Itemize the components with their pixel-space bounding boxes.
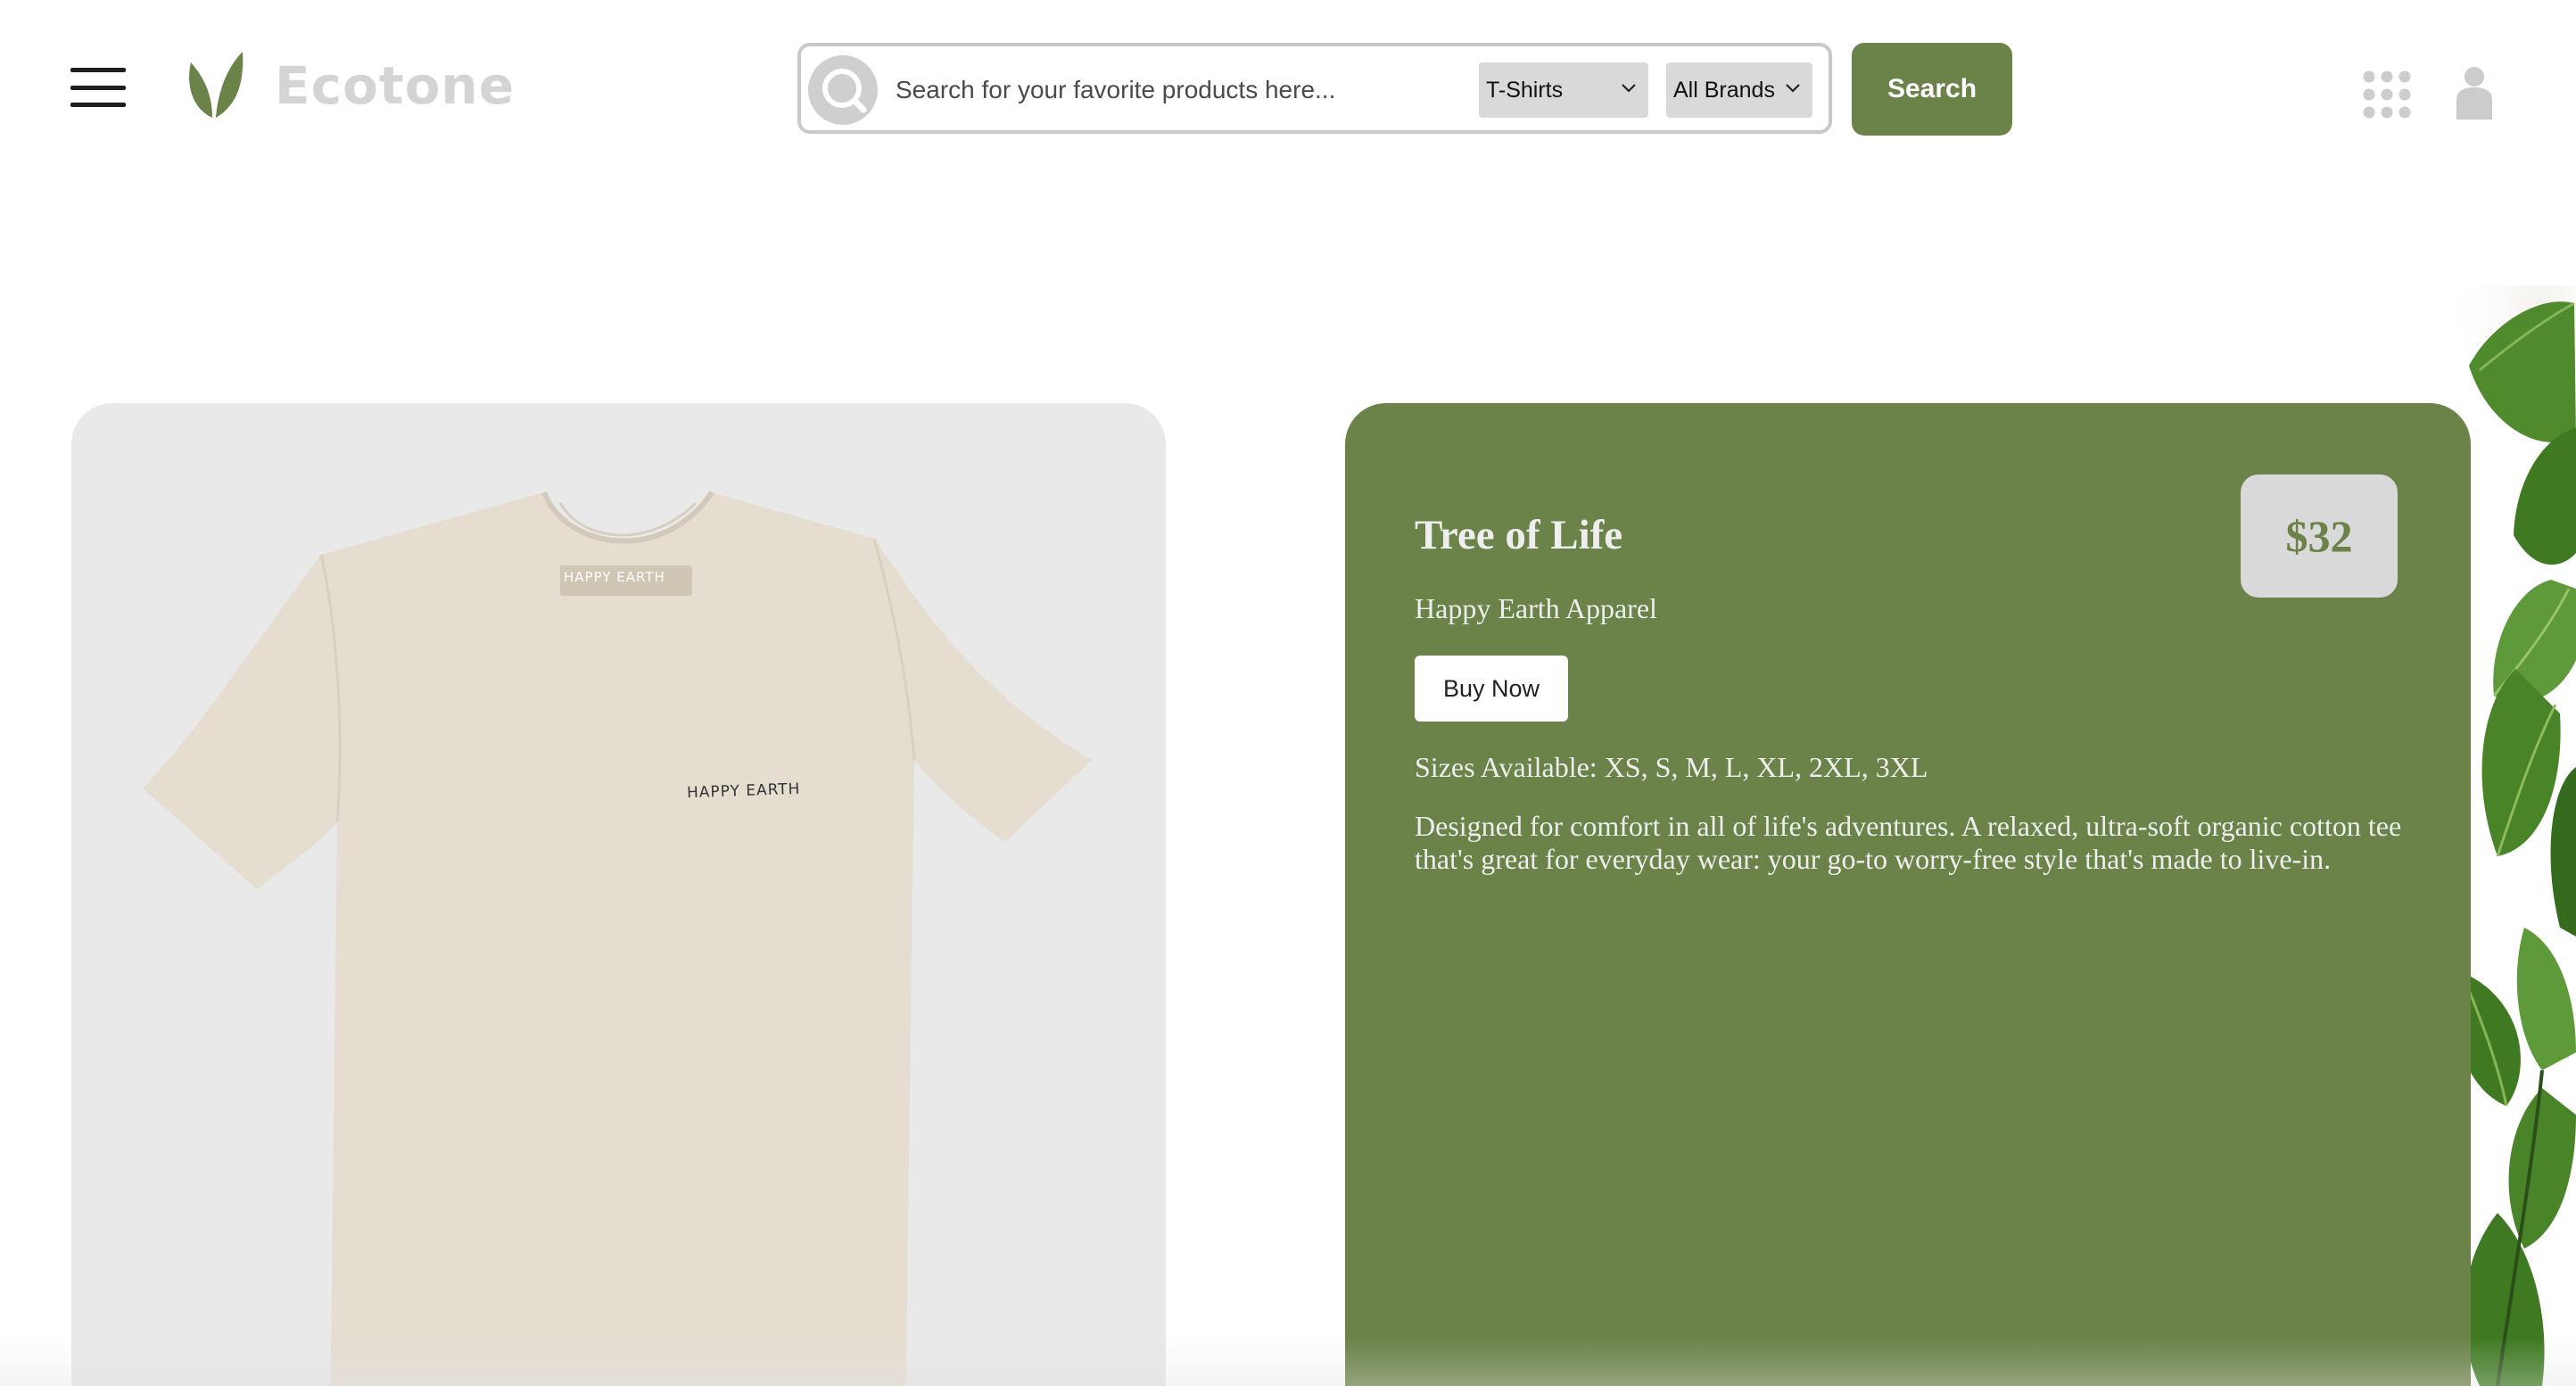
product-image-card: HAPPY EARTH HAPPY EARTH <box>71 403 1166 1386</box>
sizes-available: Sizes Available: XS, S, M, L, XL, 2XL, 3… <box>1415 751 1928 783</box>
product-description: Designed for comfort in all of life's ad… <box>1415 810 2402 875</box>
category-select[interactable]: T-Shirts <box>1479 62 1648 118</box>
tshirt-product-image[interactable] <box>71 403 1166 1386</box>
chevron-down-icon <box>1622 84 1636 93</box>
search-input[interactable] <box>894 64 1379 116</box>
product-brand[interactable]: Happy Earth Apparel <box>1415 590 1657 626</box>
product-page: Ecotone T-Shirts All Brands Search <box>0 0 2576 1386</box>
hamburger-menu-icon[interactable] <box>70 68 126 107</box>
price-badge: $32 <box>2241 474 2398 598</box>
leaf-logo-icon[interactable] <box>186 50 246 120</box>
brand-select-value: All Brands <box>1673 78 1775 103</box>
grid-apps-icon[interactable] <box>2362 70 2412 120</box>
search-button[interactable]: Search <box>1852 43 2012 136</box>
user-profile-icon[interactable] <box>2455 66 2494 120</box>
magnifier-search-icon[interactable] <box>808 55 878 125</box>
product-title: Tree of Life <box>1415 512 1623 558</box>
brand-logo-text[interactable]: Ecotone <box>275 52 515 120</box>
shirt-tag-text: HAPPY EARTH <box>564 569 665 585</box>
category-select-value: T-Shirts <box>1486 78 1564 103</box>
chevron-down-icon <box>1786 84 1800 93</box>
buy-now-button[interactable]: Buy Now <box>1415 656 1568 722</box>
brand-select[interactable]: All Brands <box>1666 62 1812 118</box>
search-bar: T-Shirts All Brands <box>797 43 1832 134</box>
product-details-card: Tree of Life $32 Happy Earth Apparel Buy… <box>1345 403 2471 1386</box>
